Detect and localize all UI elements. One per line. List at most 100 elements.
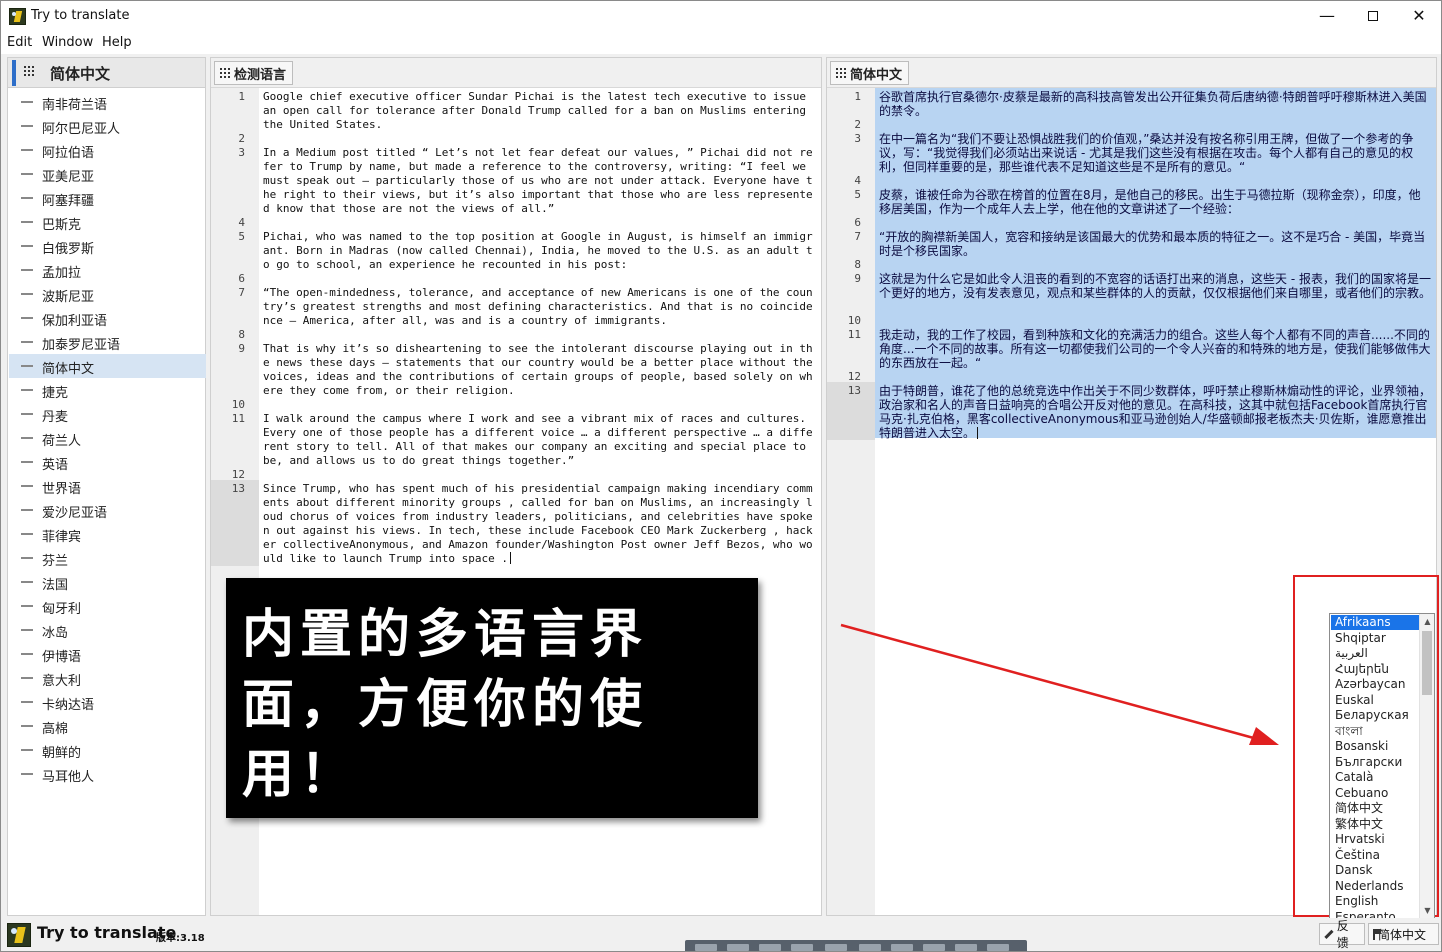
line-number: 10 [847, 314, 861, 327]
language-item[interactable]: 南非荷兰语 [9, 90, 206, 114]
language-item[interactable]: 荷兰人 [9, 426, 206, 450]
dash-icon [21, 101, 33, 103]
language-item[interactable]: 巴斯克 [9, 210, 206, 234]
interface-language-option[interactable]: বাংলা [1331, 724, 1419, 739]
interface-language-option[interactable]: Afrikaans [1331, 615, 1419, 630]
line-number: 4 [854, 174, 861, 187]
interface-language-option[interactable]: Cebuano [1331, 786, 1419, 801]
grid-icon [220, 68, 230, 78]
interface-language-option[interactable]: 繁体中文 [1331, 817, 1419, 832]
language-item[interactable]: 卡纳达语 [9, 690, 206, 714]
language-item[interactable]: 芬兰 [9, 546, 206, 570]
language-item[interactable]: 孟加拉 [9, 258, 206, 282]
language-item-label: 卡纳达语 [42, 698, 95, 713]
interface-language-option[interactable]: Հայերեն [1331, 662, 1419, 677]
dash-icon [21, 557, 33, 559]
line-number: 7 [238, 286, 245, 299]
menu-edit[interactable]: Edit [7, 35, 32, 50]
window-title: Try to translate [31, 8, 130, 23]
language-item-label: 白俄罗斯 [42, 242, 95, 257]
dash-icon [21, 677, 33, 679]
line-number: 3 [238, 146, 245, 159]
interface-language-option[interactable]: Беларуская [1331, 708, 1419, 723]
interface-language-option[interactable]: English [1331, 894, 1419, 909]
language-item-label: 伊博语 [42, 650, 82, 665]
menu-help[interactable]: Help [102, 35, 132, 50]
feedback-button[interactable]: 反馈 [1319, 919, 1365, 950]
dash-icon [21, 437, 33, 439]
interface-language-button[interactable]: 简体中文 [1368, 923, 1439, 945]
dash-icon [21, 293, 33, 295]
language-item[interactable]: 朝鲜的 [9, 738, 206, 762]
scroll-down-icon[interactable]: ▼ [1420, 903, 1434, 918]
language-item[interactable]: 世界语 [9, 474, 206, 498]
language-item[interactable]: 保加利亚语 [9, 306, 206, 330]
scroll-up-icon[interactable]: ▲ [1420, 614, 1434, 629]
language-item[interactable]: 捷克 [9, 378, 206, 402]
paragraph-text: I walk around the campus where I work an… [263, 412, 813, 467]
language-item[interactable]: 白俄罗斯 [9, 234, 206, 258]
interface-language-option[interactable]: Hrvatski [1331, 832, 1419, 847]
language-item[interactable]: 冰岛 [9, 618, 206, 642]
language-item[interactable]: 丹麦 [9, 402, 206, 426]
interface-language-option[interactable]: العربية [1331, 646, 1419, 661]
language-item-label: 法国 [42, 578, 69, 593]
dash-icon [21, 485, 33, 487]
language-item[interactable]: 阿尔巴尼亚人 [9, 114, 206, 138]
target-language-tab[interactable]: 简体中文 [830, 61, 910, 85]
language-item[interactable]: 高棉 [9, 714, 206, 738]
text-paragraph: 谷歌首席执行官桑德尔·皮蔡是最新的高科技高管发出公开征集负荷后唐纳德·特朗普呼吁… [879, 90, 1431, 118]
text-paragraph: That is why it’s so disheartening to see… [263, 342, 815, 398]
maximize-button[interactable] [1350, 1, 1396, 32]
language-item[interactable]: 爱沙尼亚语 [9, 498, 206, 522]
scrollbar-thumb[interactable] [1422, 631, 1432, 695]
interface-language-option[interactable]: Català [1331, 770, 1419, 785]
interface-language-list[interactable]: Afrikaans Shqiptar العربية Հայերեն Azərbayca… [1329, 613, 1435, 919]
language-item[interactable]: 简体中文 [9, 354, 206, 378]
interface-language-option[interactable]: Azərbaycan [1331, 677, 1419, 692]
language-item[interactable]: 阿拉伯语 [9, 138, 206, 162]
app-logo-icon [7, 923, 31, 947]
interface-language-option[interactable]: Euskal [1331, 693, 1419, 708]
interface-language-option[interactable]: Čeština [1331, 848, 1419, 863]
dash-icon [21, 149, 33, 151]
source-editor-header: 检测语言 [211, 58, 821, 88]
language-item-label: 匈牙利 [42, 602, 82, 617]
dash-icon [21, 269, 33, 271]
text-paragraph: 这就是为什么它是如此令人沮丧的看到的不宽容的话语打出来的消息，这些天 - 报表，… [879, 272, 1431, 300]
language-item[interactable]: 波斯尼亚 [9, 282, 206, 306]
minimize-button[interactable]: — [1304, 1, 1350, 32]
line-number: 9 [238, 342, 245, 355]
close-button[interactable]: ✕ [1396, 1, 1442, 32]
language-item[interactable]: 马耳他人 [9, 762, 206, 786]
dash-icon [21, 173, 33, 175]
language-item-label: 孟加拉 [42, 266, 82, 281]
grid-icon [24, 66, 34, 76]
interface-language-option[interactable]: Български [1331, 755, 1419, 770]
interface-language-option[interactable]: Bosanski [1331, 739, 1419, 754]
language-item-label: 世界语 [42, 482, 82, 497]
language-item[interactable]: 菲律宾 [9, 522, 206, 546]
line-number: 9 [854, 272, 861, 285]
interface-language-option[interactable]: Shqiptar [1331, 631, 1419, 646]
language-item[interactable]: 阿塞拜疆 [9, 186, 206, 210]
language-item[interactable]: 亚美尼亚 [9, 162, 206, 186]
language-item[interactable]: 加泰罗尼亚语 [9, 330, 206, 354]
interface-language-option[interactable]: 简体中文 [1331, 801, 1419, 816]
paragraph-text: In a Medium post titled “ Let’s not let … [263, 146, 813, 215]
source-language-tab[interactable]: 检测语言 [214, 61, 294, 85]
language-item[interactable]: 伊博语 [9, 642, 206, 666]
feedback-label: 反馈 [1336, 919, 1349, 950]
interface-language-option[interactable]: Nederlands [1331, 879, 1419, 894]
language-item[interactable]: 意大利 [9, 666, 206, 690]
language-item[interactable]: 匈牙利 [9, 594, 206, 618]
dash-icon [21, 749, 33, 751]
interface-language-option[interactable]: Dansk [1331, 863, 1419, 878]
language-item[interactable]: 法国 [9, 570, 206, 594]
list-scrollbar[interactable]: ▲ ▼ [1419, 614, 1434, 918]
menu-window[interactable]: Window [42, 35, 93, 50]
header-accent-bar [12, 60, 16, 86]
language-item[interactable]: 英语 [9, 450, 206, 474]
dash-icon [21, 221, 33, 223]
line-number: 10 [231, 398, 245, 411]
